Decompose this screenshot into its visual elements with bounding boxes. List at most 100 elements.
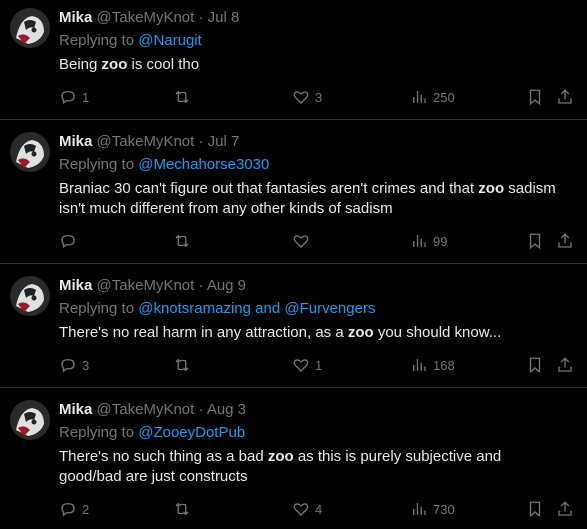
reply-count: 1 bbox=[82, 89, 90, 105]
tweet-text-part: is cool tho bbox=[127, 56, 200, 73]
bookmark-button[interactable] bbox=[526, 231, 544, 251]
username-handle[interactable]: @TakeMyKnot bbox=[97, 9, 195, 26]
reply-mention-link[interactable]: @knotsramazing and @Furvengers bbox=[138, 300, 375, 317]
retweet-icon bbox=[175, 358, 189, 372]
tweet-date[interactable]: Aug 3 bbox=[207, 401, 246, 418]
replying-to: Replying to @ZooeyDotPub bbox=[59, 423, 245, 443]
reply-mention-link[interactable]: @Mechahorse3030 bbox=[138, 156, 269, 173]
retweet-icon bbox=[175, 502, 189, 516]
avatar[interactable] bbox=[10, 400, 50, 440]
avatar[interactable] bbox=[10, 8, 50, 48]
bookmark-button[interactable] bbox=[526, 355, 544, 375]
username-handle[interactable]: @TakeMyKnot bbox=[97, 133, 195, 150]
share-button[interactable] bbox=[556, 87, 574, 107]
reply-icon bbox=[61, 235, 75, 249]
bookmark-button[interactable] bbox=[526, 499, 544, 519]
replying-to-label: Replying to bbox=[59, 424, 135, 441]
share-icon bbox=[558, 357, 572, 372]
views-icon bbox=[413, 359, 426, 371]
tweet-text-part: There's no real harm in any attraction, … bbox=[59, 324, 348, 341]
tweet-text: There's no such thing as a bad zoo as th… bbox=[59, 447, 529, 487]
like-count: 1 bbox=[315, 357, 323, 373]
views-count: 168 bbox=[433, 357, 455, 373]
tweet[interactable]: Mika @TakeMyKnot · Jul 7 Replying to @Me… bbox=[0, 120, 587, 264]
reply-icon bbox=[61, 91, 75, 105]
views-button[interactable]: 250 bbox=[410, 87, 455, 107]
tweet-text: Being zoo is cool tho bbox=[59, 55, 574, 75]
action-bar: 2 4 730 bbox=[59, 499, 579, 519]
reply-mention-link[interactable]: @ZooeyDotPub bbox=[138, 424, 245, 441]
tweet-date[interactable]: Jul 7 bbox=[208, 133, 240, 150]
retweet-button[interactable] bbox=[173, 355, 196, 375]
tweet[interactable]: Mika @TakeMyKnot · Aug 3 Replying to @Zo… bbox=[0, 388, 587, 529]
separator-dot: · bbox=[198, 277, 204, 294]
like-icon bbox=[293, 91, 309, 104]
action-bar: 99 bbox=[59, 231, 579, 251]
reply-icon bbox=[61, 503, 75, 517]
like-button[interactable]: 3 bbox=[292, 87, 322, 107]
separator-dot: · bbox=[198, 9, 204, 26]
retweet-button[interactable] bbox=[173, 87, 196, 107]
avatar[interactable] bbox=[10, 276, 50, 316]
bookmark-icon bbox=[529, 233, 541, 250]
replying-to: Replying to @knotsramazing and @Furvenge… bbox=[59, 299, 375, 319]
reply-button[interactable] bbox=[59, 231, 82, 251]
replying-to-label: Replying to bbox=[59, 156, 135, 173]
avatar[interactable] bbox=[10, 132, 50, 172]
display-name[interactable]: Mika bbox=[59, 133, 92, 150]
replying-to: Replying to @Narugit bbox=[59, 31, 202, 51]
separator-dot: · bbox=[198, 133, 204, 150]
replying-to-label: Replying to bbox=[59, 300, 135, 317]
like-icon bbox=[293, 359, 309, 372]
tweet-text-highlight: zoo bbox=[347, 324, 374, 341]
views-button[interactable]: 99 bbox=[410, 231, 447, 251]
share-button[interactable] bbox=[556, 499, 574, 519]
tweet-text-highlight: zoo bbox=[101, 56, 128, 73]
like-button[interactable]: 1 bbox=[292, 355, 322, 375]
retweet-button[interactable] bbox=[173, 231, 196, 251]
like-button[interactable]: 4 bbox=[292, 499, 322, 519]
like-icon bbox=[293, 235, 309, 248]
retweet-button[interactable] bbox=[173, 499, 196, 519]
views-count: 250 bbox=[433, 89, 455, 105]
username-handle[interactable]: @TakeMyKnot bbox=[97, 277, 195, 294]
like-count: 3 bbox=[315, 89, 323, 105]
share-button[interactable] bbox=[556, 231, 574, 251]
views-icon bbox=[413, 235, 426, 247]
reply-count: 3 bbox=[82, 357, 90, 373]
tweet-feed: Mika @TakeMyKnot · Jul 8 Replying to @Na… bbox=[0, 0, 587, 529]
tweet-header: Mika @TakeMyKnot · Jul 8 bbox=[59, 8, 239, 28]
tweet-text-part: you should know... bbox=[373, 324, 502, 341]
views-count: 730 bbox=[433, 501, 455, 517]
like-button[interactable] bbox=[292, 231, 315, 251]
tweet[interactable]: Mika @TakeMyKnot · Aug 9 Replying to @kn… bbox=[0, 264, 587, 388]
share-icon bbox=[558, 233, 572, 248]
share-icon bbox=[558, 89, 572, 104]
reply-button[interactable]: 1 bbox=[59, 87, 89, 107]
tweet-date[interactable]: Aug 9 bbox=[207, 277, 246, 294]
bookmark-icon bbox=[529, 357, 541, 374]
reply-button[interactable]: 2 bbox=[59, 499, 89, 519]
display-name[interactable]: Mika bbox=[59, 277, 92, 294]
views-button[interactable]: 730 bbox=[410, 499, 455, 519]
bookmark-button[interactable] bbox=[526, 87, 544, 107]
tweet-text-highlight: zoo bbox=[478, 180, 505, 197]
tweet[interactable]: Mika @TakeMyKnot · Jul 8 Replying to @Na… bbox=[0, 0, 587, 120]
reply-mention-link[interactable]: @Narugit bbox=[138, 32, 202, 49]
reply-button[interactable]: 3 bbox=[59, 355, 89, 375]
tweet-text-highlight: zoo bbox=[267, 448, 294, 465]
views-button[interactable]: 168 bbox=[410, 355, 455, 375]
like-icon bbox=[293, 503, 309, 516]
display-name[interactable]: Mika bbox=[59, 9, 92, 26]
like-count: 4 bbox=[315, 501, 323, 517]
tweet-date[interactable]: Jul 8 bbox=[208, 9, 240, 26]
share-button[interactable] bbox=[556, 355, 574, 375]
reply-icon bbox=[61, 359, 75, 373]
tweet-text: There's no real harm in any attraction, … bbox=[59, 323, 574, 343]
username-handle[interactable]: @TakeMyKnot bbox=[97, 401, 195, 418]
action-bar: 1 3 250 bbox=[59, 87, 579, 107]
display-name[interactable]: Mika bbox=[59, 401, 92, 418]
retweet-icon bbox=[175, 90, 189, 104]
share-icon bbox=[558, 501, 572, 516]
separator-dot: · bbox=[198, 401, 204, 418]
